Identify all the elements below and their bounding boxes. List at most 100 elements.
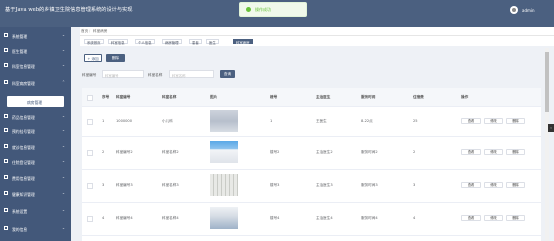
- page-scrollbar-thumb[interactable]: [545, 52, 549, 112]
- menu-icon: [4, 48, 8, 52]
- sidebar-item-departments[interactable]: 科室信息管理 ⌄: [0, 60, 71, 71]
- tab-ward-management[interactable]: 病房管理: [162, 38, 182, 45]
- view-button[interactable]: 查看: [461, 215, 481, 221]
- header-building: 楼号: [270, 95, 278, 99]
- menu-icon: [4, 191, 8, 195]
- delete-button[interactable]: 删除: [106, 54, 125, 62]
- side-panel-toggle-icon[interactable]: ‹: [548, 124, 554, 132]
- sidebar-item-admissions[interactable]: 住院登记管理 ⌄: [0, 156, 71, 167]
- search-input-code[interactable]: 科室编号: [102, 70, 144, 78]
- chevron-down-icon: ⌄: [62, 143, 66, 148]
- edit-button[interactable]: 修改: [484, 149, 503, 155]
- sidebar-item-label: 医生管理: [12, 48, 28, 54]
- cell-code: 科室编号4: [116, 216, 133, 220]
- cell-code: 1000000: [116, 119, 133, 123]
- cell-name: 科室名称3: [162, 183, 179, 187]
- sidebar-item-health[interactable]: 健康知识管理 ⌄: [0, 188, 71, 199]
- cell-index: 2: [102, 150, 105, 154]
- success-toast: 操作成功: [239, 2, 307, 17]
- cell-building: 楼号2: [270, 150, 280, 154]
- row-checkbox[interactable]: [87, 150, 93, 156]
- edit-button[interactable]: 修改: [484, 182, 503, 188]
- chevron-down-icon: ⌄: [62, 62, 66, 67]
- breadcrumb-home[interactable]: 首页: [81, 29, 88, 34]
- chevron-down-icon: ⌄: [62, 113, 66, 118]
- user-avatar[interactable]: [510, 6, 518, 14]
- tab-department-ward[interactable]: 科室病房: [233, 38, 253, 45]
- delete-row-button[interactable]: 删除: [506, 182, 525, 188]
- menu-icon: [4, 226, 8, 230]
- breadcrumb-separator: /: [89, 29, 91, 33]
- tab-personal-info[interactable]: 个人信息: [135, 38, 155, 45]
- chevron-down-icon: ⌄: [62, 127, 66, 132]
- delete-row-button[interactable]: 删除: [506, 215, 525, 221]
- view-button[interactable]: 查看: [461, 118, 481, 124]
- add-button[interactable]: + 添加: [84, 54, 102, 62]
- header-doctor: 主治医生: [316, 95, 331, 99]
- cell-doctor: 主治医生4: [316, 216, 333, 220]
- sidebar-item-label: 系统管理: [12, 33, 28, 39]
- row-checkbox[interactable]: [87, 119, 93, 125]
- search-input-name[interactable]: 科室名称: [169, 70, 214, 78]
- sidebar-item-label: 科室信息管理: [12, 63, 35, 69]
- edit-button[interactable]: 修改: [484, 215, 503, 221]
- sidebar-item-label: 药品信息管理: [12, 114, 35, 120]
- sidebar-item-system[interactable]: 系统管理 ⌄: [0, 30, 71, 41]
- ward-image: [210, 207, 238, 229]
- cell-doctor: 主治医生2: [316, 150, 333, 154]
- menu-icon: [4, 144, 8, 148]
- cell-index: 3: [102, 183, 105, 187]
- cell-fee: 4: [413, 216, 416, 220]
- sidebar-subitem-ward-management[interactable]: 病房管理: [7, 96, 64, 107]
- row-checkbox[interactable]: [87, 183, 93, 189]
- tab-department-info[interactable]: 科室信息: [108, 38, 128, 45]
- cell-code: 科室编号2: [116, 150, 133, 154]
- breadcrumb: 首页 / 科室病房: [80, 27, 554, 35]
- chevron-down-icon: ⌄: [62, 174, 66, 179]
- ward-image: [210, 174, 238, 196]
- sidebar-item-label: 预约挂号管理: [12, 128, 35, 134]
- menu-icon: [4, 128, 8, 132]
- sidebar-item-visits[interactable]: 就诊信息管理 ⌄: [0, 141, 71, 152]
- search-label-name: 科室名称: [148, 73, 163, 77]
- breadcrumb-current: 科室病房: [93, 29, 108, 33]
- cell-index: 1: [102, 119, 105, 123]
- chevron-down-icon: ⌄: [62, 32, 66, 37]
- edit-button[interactable]: 修改: [484, 118, 503, 124]
- sidebar-item-settings[interactable]: 系统设置 ⌄: [0, 205, 71, 216]
- cell-fee: 3: [413, 183, 416, 187]
- cell-service: 服务时间3: [361, 183, 378, 187]
- row-checkbox[interactable]: [87, 216, 93, 222]
- cell-fee: 25: [413, 119, 418, 123]
- sidebar-item-drugs[interactable]: 药品信息管理 ⌄: [0, 111, 71, 122]
- sidebar-item-fees[interactable]: 费用信息管理 ⌄: [0, 172, 71, 183]
- sidebar-item-label: 系统设置: [12, 208, 28, 214]
- sidebar-item-label: 住院登记管理: [12, 159, 35, 165]
- cell-name: 科室名称4: [162, 216, 179, 220]
- view-button[interactable]: 查看: [461, 182, 481, 188]
- menu-icon: [4, 159, 8, 163]
- view-button[interactable]: 查看: [461, 149, 481, 155]
- sidebar-item-doctors[interactable]: 医生管理 ⌄: [0, 45, 71, 56]
- select-all-checkbox[interactable]: [87, 95, 93, 101]
- sidebar-item-my-info[interactable]: 我的信息 ⌄: [0, 223, 71, 234]
- menu-icon: [4, 175, 8, 179]
- search-button[interactable]: 查询: [220, 70, 235, 78]
- cell-name: 科室名称2: [162, 150, 179, 154]
- cell-name: 小儿科: [162, 119, 173, 123]
- table-row: 2 科室编号2 科室名称2 楼号2 主治医生2 服务时间2 2 查看 修改 删除: [82, 136, 541, 170]
- chevron-down-icon: ⌄: [62, 158, 66, 163]
- sidebar-subitem-label: 病房管理: [27, 99, 43, 105]
- delete-row-button[interactable]: 删除: [506, 118, 525, 124]
- header-fee: 住宿费: [413, 95, 424, 99]
- delete-row-button[interactable]: 删除: [506, 149, 525, 155]
- tab-doctor[interactable]: 医生: [206, 38, 219, 45]
- sidebar-item-wards[interactable]: 科室病房管理 ⌃: [0, 77, 71, 88]
- cell-code: 科室编号3: [116, 183, 133, 187]
- tab-home[interactable]: 系统首页: [84, 38, 104, 45]
- cell-index: 4: [102, 216, 105, 220]
- tab-patient[interactable]: 患者: [189, 38, 202, 45]
- sidebar-item-appointments[interactable]: 预约挂号管理 ⌄: [0, 125, 71, 136]
- username[interactable]: admin: [522, 8, 535, 13]
- cell-service: 服务时间2: [361, 150, 378, 154]
